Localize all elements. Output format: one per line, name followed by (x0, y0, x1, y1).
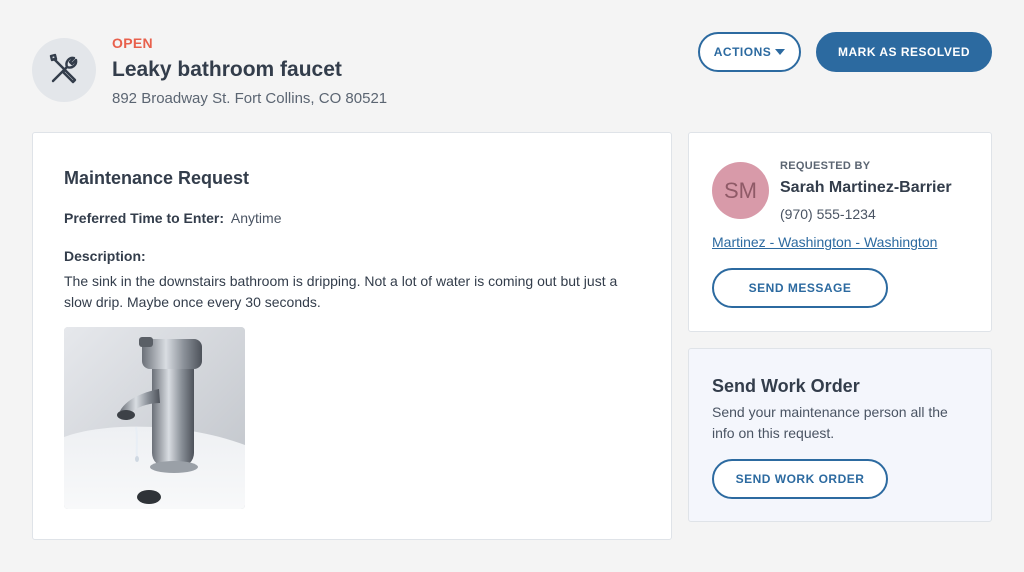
send-message-button[interactable]: SEND MESSAGE (712, 268, 888, 308)
status-badge: OPEN (112, 35, 153, 51)
preferred-time-label: Preferred Time to Enter: (64, 210, 225, 226)
maintenance-avatar (32, 38, 96, 102)
preferred-time-value: Anytime (230, 210, 282, 226)
requester-phone: (970) 555-1234 (780, 206, 876, 222)
caret-down-icon (775, 49, 786, 55)
actions-dropdown-button[interactable]: ACTIONS (698, 32, 801, 72)
requester-name: Sarah Martinez-Barrier (780, 179, 952, 196)
actions-button-label: ACTIONS (713, 45, 772, 59)
property-link[interactable]: Martinez - Washington - Washington (712, 234, 937, 250)
property-address: 892 Broadway St. Fort Collins, CO 80521 (112, 90, 388, 107)
requested-by-label: REQUESTED BY (780, 160, 871, 172)
page-title: Leaky bathroom faucet (112, 58, 342, 81)
work-order-title: Send Work Order (712, 376, 860, 396)
faucet-illustration (64, 327, 245, 509)
send-work-order-label: SEND WORK ORDER (735, 472, 865, 486)
maintenance-request-card: Maintenance Request Preferred Time to En… (32, 132, 672, 540)
description-label: Description: (64, 248, 146, 264)
request-header: OPEN Leaky bathroom faucet 892 Broadway … (32, 30, 992, 110)
description-text: The sink in the downstairs bathroom is d… (64, 273, 618, 310)
work-order-description: Send your maintenance person all the inf… (712, 404, 948, 441)
avatar: SM (712, 162, 769, 219)
mark-as-resolved-button[interactable]: MARK AS RESOLVED (816, 32, 992, 72)
requester-card: SM REQUESTED BY Sarah Martinez-Barrier (… (688, 132, 992, 332)
send-work-order-button[interactable]: SEND WORK ORDER (712, 459, 888, 499)
work-order-card: Send Work Order Send your maintenance pe… (688, 348, 992, 522)
card-heading: Maintenance Request (64, 168, 250, 188)
tools-icon (49, 53, 78, 84)
send-message-label: SEND MESSAGE (748, 281, 852, 295)
preferred-time: Preferred Time to Enter: Anytime (64, 210, 281, 226)
faucet-photo[interactable] (64, 327, 245, 509)
resolve-button-label: MARK AS RESOLVED (837, 45, 970, 59)
